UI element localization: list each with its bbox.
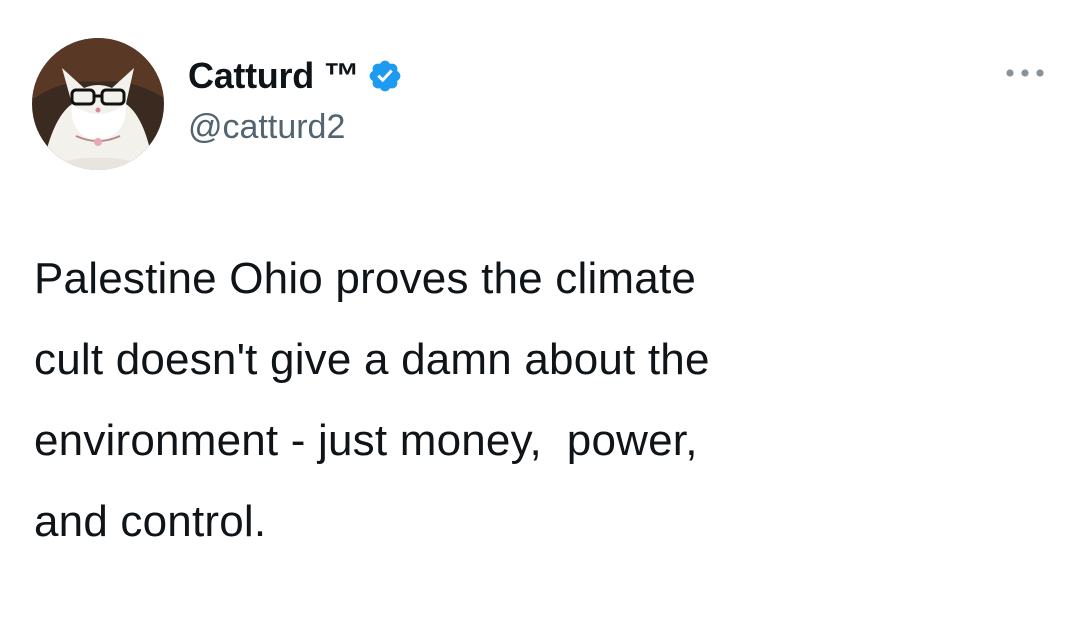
- more-options-button[interactable]: [1002, 60, 1048, 86]
- more-options-icon: [1006, 69, 1044, 77]
- author-name-row[interactable]: Catturd ™: [188, 52, 403, 100]
- cat-avatar-icon: [32, 38, 164, 170]
- display-name[interactable]: Catturd ™: [188, 55, 360, 97]
- avatar[interactable]: [32, 38, 164, 170]
- tweet-card: Catturd ™ @catturd2 Palestine Ohio prove…: [0, 0, 1080, 639]
- verified-badge-icon: [367, 58, 403, 94]
- author-handle[interactable]: @catturd2: [188, 108, 345, 147]
- tweet-text: Palestine Ohio proves the climate cult d…: [34, 254, 710, 546]
